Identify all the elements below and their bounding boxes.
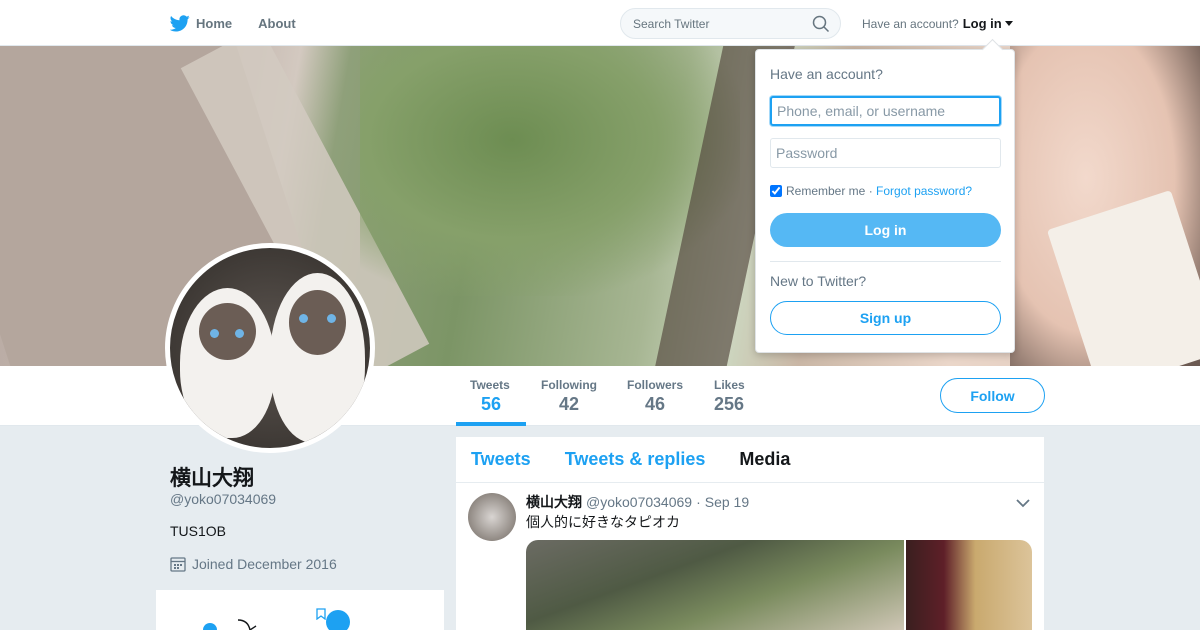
arrow-icon	[237, 619, 257, 630]
cat-eye	[235, 328, 245, 338]
chevron-down-icon[interactable]	[1016, 499, 1030, 508]
stat-value: 56	[481, 394, 502, 414]
nav-left: Home About	[170, 0, 322, 46]
tweet-separator: ·	[696, 494, 701, 510]
remember-me-label: Remember me	[786, 184, 866, 198]
avatar-cat-right	[270, 273, 365, 443]
promo-media-card	[156, 590, 444, 630]
stat-likes[interactable]: Likes 256	[714, 366, 774, 426]
account-prompt-text: Have an account?	[862, 16, 959, 31]
tab-media[interactable]: Media	[739, 449, 790, 470]
search-input[interactable]	[633, 16, 803, 31]
stat-label: Likes	[714, 378, 745, 392]
stat-value: 256	[714, 394, 745, 414]
decor-dot	[203, 623, 217, 630]
stat-value: 46	[645, 394, 666, 414]
username-field[interactable]	[770, 96, 1001, 126]
tweet-header: 横山大翔 @yoko07034069 · Sep 19	[526, 492, 749, 512]
login-button[interactable]: Log in	[770, 213, 1001, 247]
twitter-bird-icon	[170, 14, 190, 31]
tweet-avatar[interactable]	[468, 493, 516, 541]
stat-label: Following	[541, 378, 597, 392]
signup-button[interactable]: Sign up	[770, 301, 1001, 335]
profile-bio: TUS1OB	[170, 523, 227, 539]
nav-home[interactable]: Home	[170, 14, 233, 32]
tweet-text: 個人的に好きなタピオカ	[526, 514, 680, 530]
tweet-photo[interactable]	[526, 540, 904, 630]
password-field[interactable]	[770, 138, 1001, 168]
tweet-author-name[interactable]: 横山大翔	[526, 492, 582, 512]
login-menu-toggle[interactable]: Log in	[963, 16, 1013, 31]
profile-handle[interactable]: @yoko07034069	[170, 491, 276, 507]
cat-face-mask	[289, 290, 346, 355]
account-prompt: Have an account? Log in	[862, 16, 1013, 31]
stat-label: Tweets	[470, 378, 510, 392]
timeline-tabs: Tweets Tweets & replies Media	[456, 437, 1044, 483]
cat-eye	[210, 328, 220, 338]
tweet-photo[interactable]	[906, 540, 1032, 630]
profile-name[interactable]: 横山大翔	[170, 462, 254, 492]
profile-avatar[interactable]	[165, 243, 375, 453]
tweet-item[interactable]: 横山大翔 @yoko07034069 · Sep 19 個人的に好きなタピオカ	[456, 483, 1044, 630]
search-box	[620, 8, 841, 39]
new-to-twitter-text: New to Twitter?	[770, 273, 867, 289]
follow-button[interactable]: Follow	[940, 378, 1045, 413]
login-dropdown: Have an account? Remember me · Forgot pa…	[755, 49, 1015, 353]
profile-joined: Joined December 2016	[170, 556, 337, 572]
stat-label: Followers	[627, 378, 684, 392]
avatar-cat-left	[180, 288, 275, 438]
timeline: Tweets Tweets & replies Media 横山大翔 @yoko…	[456, 437, 1044, 630]
top-nav: Home About Have an account? Log in	[0, 0, 1200, 46]
calendar-icon	[170, 557, 186, 572]
tweet-date[interactable]: Sep 19	[705, 494, 749, 510]
dropdown-title: Have an account?	[770, 66, 883, 82]
stat-followers[interactable]: Followers 46	[627, 366, 699, 426]
remember-me-row: Remember me · Forgot password?	[770, 184, 972, 198]
remember-me-checkbox[interactable]	[770, 185, 782, 197]
forgot-password-link[interactable]: Forgot password?	[876, 184, 972, 198]
caret-down-icon	[1004, 21, 1013, 26]
cat-face-mask	[199, 303, 256, 360]
cat-eye	[298, 313, 308, 323]
decor-dot	[326, 610, 350, 630]
login-link-label: Log in	[962, 16, 1002, 31]
remember-separator: ·	[868, 184, 873, 198]
tab-tweets-replies[interactable]: Tweets & replies	[565, 449, 706, 470]
dropdown-divider	[770, 261, 1001, 262]
joined-text: Joined December 2016	[192, 556, 337, 572]
tweet-author-handle[interactable]: @yoko07034069	[586, 494, 692, 510]
cat-eye	[327, 313, 336, 323]
stat-tweets[interactable]: Tweets 56	[456, 366, 526, 426]
stat-following[interactable]: Following 42	[541, 366, 613, 426]
bookmark-icon	[316, 608, 326, 620]
nav-home-label: Home	[196, 15, 233, 31]
stat-value: 42	[559, 394, 580, 414]
nav-about[interactable]: About	[258, 16, 296, 31]
search-icon[interactable]	[812, 15, 830, 33]
tab-tweets[interactable]: Tweets	[471, 449, 531, 470]
